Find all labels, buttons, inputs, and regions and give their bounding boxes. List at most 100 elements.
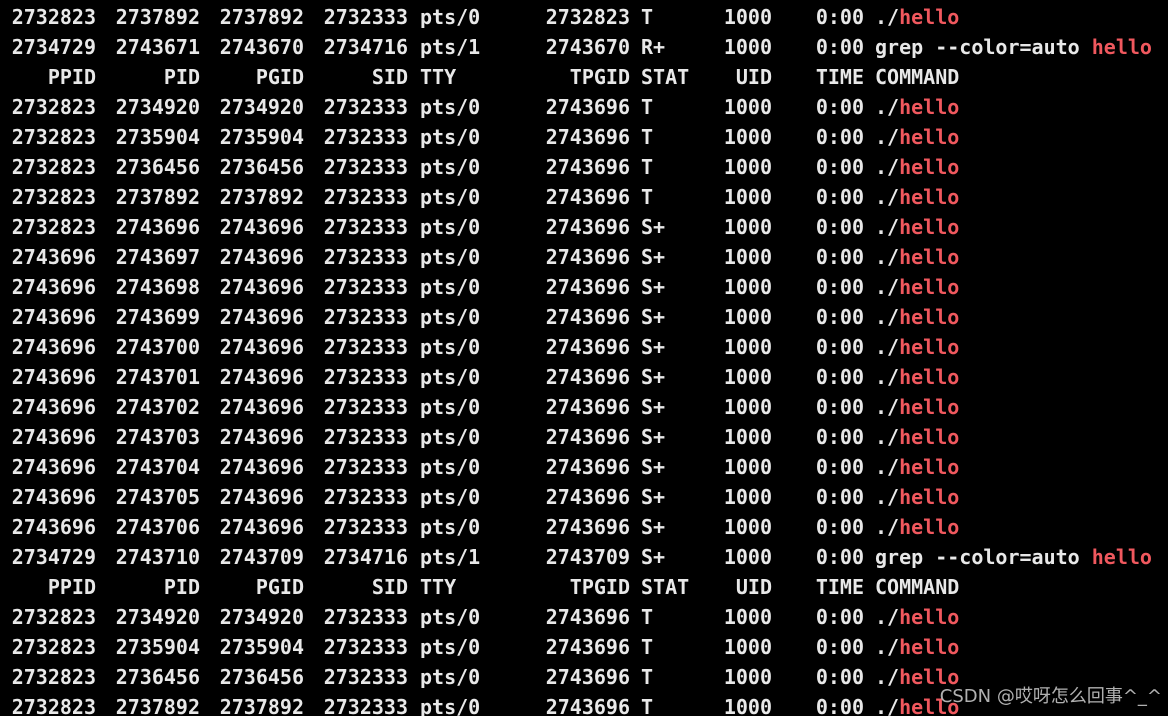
tty-cell: pts/0: [420, 335, 481, 359]
stat-cell: S+: [641, 335, 666, 359]
ppid-cell: 2732823: [11, 215, 96, 239]
command-text: ./: [875, 125, 900, 149]
command-match-highlight: hello: [1091, 35, 1152, 59]
stat-cell: S+: [641, 455, 666, 479]
header-uid: UID: [735, 65, 772, 89]
process-row: 2743696 2743705 2743696 2732333 pts/0 2743696…: [0, 482, 1168, 512]
stat-cell: S+: [641, 515, 666, 539]
command-cell: grep --color=auto hello: [875, 542, 1152, 572]
header-stat: STAT: [641, 65, 690, 89]
stat-cell: S+: [641, 215, 666, 239]
command-text: ./: [875, 665, 900, 689]
pgid-cell: 2743696: [219, 455, 304, 479]
command-match-highlight: hello: [899, 365, 960, 389]
time-cell: 0:00: [815, 155, 864, 179]
command-cell: ./hello: [875, 332, 959, 362]
command-cell: grep --color=auto hello: [875, 32, 1152, 62]
sid-cell: 2732333: [323, 215, 408, 239]
sid-cell: 2732333: [323, 95, 408, 119]
pid-cell: 2743671: [115, 35, 200, 59]
header-pid: PID: [163, 65, 200, 89]
ppid-cell: 2732823: [11, 695, 96, 716]
tty-cell: pts/0: [420, 5, 481, 29]
tty-cell: pts/0: [420, 95, 481, 119]
pgid-cell: 2743696: [219, 365, 304, 389]
tpgid-cell: 2743696: [545, 635, 630, 659]
ppid-cell: 2732823: [11, 155, 96, 179]
sid-cell: 2732333: [323, 185, 408, 209]
command-cell: ./hello: [875, 302, 959, 332]
command-cell: ./hello: [875, 632, 959, 662]
time-cell: 0:00: [815, 5, 864, 29]
pgid-cell: 2743696: [219, 515, 304, 539]
pid-cell: 2743701: [115, 365, 200, 389]
tpgid-cell: 2743696: [545, 665, 630, 689]
time-cell: 0:00: [815, 455, 864, 479]
header-command: COMMAND: [875, 65, 960, 89]
header-stat: STAT: [641, 575, 690, 599]
tpgid-cell: 2743696: [545, 335, 630, 359]
process-row: 2743696 2743697 2743696 2732333 pts/0 2743696…: [0, 242, 1168, 272]
pid-cell: 2737892: [115, 695, 200, 716]
command-match-highlight: hello: [899, 95, 960, 119]
time-cell: 0:00: [815, 635, 864, 659]
command-match-highlight: hello: [899, 425, 960, 449]
uid-cell: 1000: [723, 515, 772, 539]
pid-cell: 2734920: [115, 95, 200, 119]
command-cell: ./hello: [875, 422, 959, 452]
pid-cell: 2743696: [115, 215, 200, 239]
sid-cell: 2734716: [323, 545, 408, 569]
command-cell: ./hello: [875, 602, 959, 632]
command-cell: ./hello: [875, 482, 959, 512]
ppid-cell: 2732823: [11, 605, 96, 629]
terminal-window[interactable]: 2732823 2737892 2737892 2732333 pts/0 2732823…: [0, 0, 1168, 716]
uid-cell: 1000: [723, 5, 772, 29]
process-row: 2743696 2743704 2743696 2732333 pts/0 2743696…: [0, 452, 1168, 482]
header-ppid: PPID: [47, 575, 96, 599]
pgid-cell: 2743696: [219, 395, 304, 419]
time-cell: 0:00: [815, 605, 864, 629]
uid-cell: 1000: [723, 305, 772, 329]
pid-cell: 2743706: [115, 515, 200, 539]
process-row: 2732823 2734920 2734920 2732333 pts/0 2743696…: [0, 602, 1168, 632]
sid-cell: 2732333: [323, 275, 408, 299]
tty-cell: pts/0: [420, 365, 481, 389]
header-ppid: PPID: [47, 65, 96, 89]
tty-cell: pts/0: [420, 245, 481, 269]
command-text: ./: [875, 245, 900, 269]
pgid-cell: 2743696: [219, 485, 304, 509]
command-text: ./: [875, 95, 900, 119]
stat-cell: T: [641, 95, 654, 119]
pgid-cell: 2737892: [219, 185, 304, 209]
tty-cell: pts/0: [420, 125, 481, 149]
process-row: 2743696 2743699 2743696 2732333 pts/0 2743696…: [0, 302, 1168, 332]
command-text: ./: [875, 335, 900, 359]
command-text: ./: [875, 395, 900, 419]
command-match-highlight: hello: [899, 395, 960, 419]
ppid-cell: 2732823: [11, 95, 96, 119]
pgid-cell: 2743696: [219, 275, 304, 299]
command-cell: ./hello: [875, 452, 959, 482]
command-cell: ./hello: [875, 2, 959, 32]
pid-cell: 2736456: [115, 665, 200, 689]
command-text: ./: [875, 155, 900, 179]
pid-cell: 2743700: [115, 335, 200, 359]
uid-cell: 1000: [723, 365, 772, 389]
uid-cell: 1000: [723, 605, 772, 629]
process-row: 2732823 2737892 2737892 2732333 pts/0 2732823…: [0, 2, 1168, 32]
stat-cell: S+: [641, 305, 666, 329]
command-text: ./: [875, 305, 900, 329]
header-sid: SID: [371, 575, 408, 599]
sid-cell: 2732333: [323, 455, 408, 479]
time-cell: 0:00: [815, 185, 864, 209]
command-text: ./: [875, 365, 900, 389]
stat-cell: T: [641, 155, 654, 179]
tpgid-cell: 2743709: [545, 545, 630, 569]
pgid-cell: 2737892: [219, 695, 304, 716]
stat-cell: T: [641, 125, 654, 149]
ppid-cell: 2743696: [11, 275, 96, 299]
pid-cell: 2743698: [115, 275, 200, 299]
command-match-highlight: hello: [899, 335, 960, 359]
pid-cell: 2737892: [115, 5, 200, 29]
header-tty: TTY: [420, 65, 457, 89]
